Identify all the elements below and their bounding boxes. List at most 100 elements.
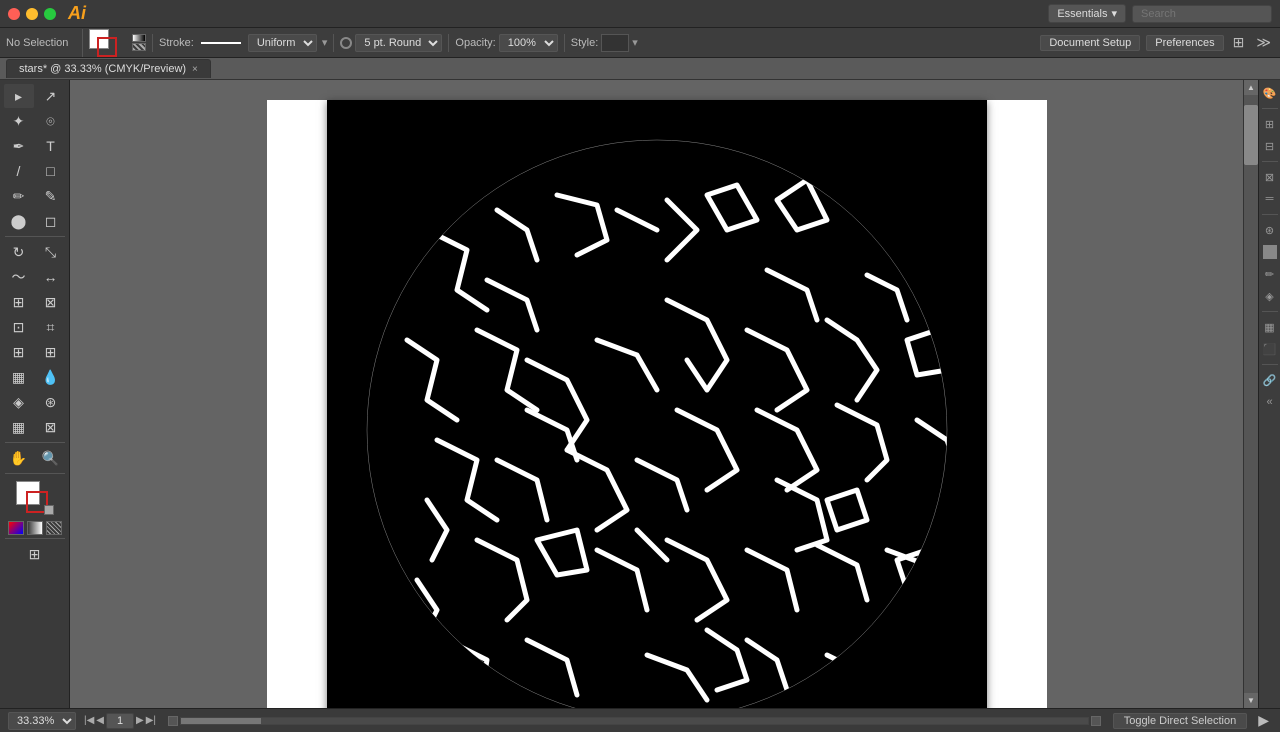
maximize-button[interactable] (44, 8, 56, 20)
blob-brush-tool[interactable]: ⬤ (4, 209, 34, 233)
rect-tool[interactable]: □ (36, 159, 66, 183)
page-input[interactable] (106, 713, 134, 729)
artwork-svg (327, 100, 987, 708)
color-panel-icon[interactable]: 🎨 (1261, 84, 1279, 102)
color-mode-buttons (8, 521, 62, 535)
scroll-down-arrow[interactable]: ▼ (1244, 693, 1258, 708)
pathfinder-icon[interactable]: ⊠ (1261, 168, 1279, 186)
tab-close-button[interactable]: × (192, 64, 198, 75)
magic-wand-tool[interactable]: ✦ (4, 109, 34, 133)
type-tool[interactable]: T (36, 134, 66, 158)
zoom-select[interactable]: 33.33% (8, 712, 76, 730)
selection-tool[interactable]: ▸ (4, 84, 34, 108)
workspace-selector[interactable]: Essentials ▾ (1048, 4, 1126, 23)
free-transform-tool[interactable]: ⊞ (4, 290, 34, 314)
scale-tool[interactable]: ⤡ (36, 240, 66, 264)
first-page-button[interactable]: |◀ (84, 715, 94, 726)
h-scroll-thumb[interactable] (181, 718, 261, 724)
none-indicator (132, 43, 146, 51)
preferences-button[interactable]: Preferences (1146, 35, 1223, 51)
far-right-separator-4 (1262, 311, 1278, 312)
warp-tool[interactable]: 〜 (4, 265, 34, 289)
zoom-tool[interactable]: 🔍 (36, 446, 66, 470)
document-setup-button[interactable]: Document Setup (1040, 35, 1140, 51)
scroll-track[interactable] (1244, 95, 1258, 693)
options-bar: No Selection Stroke: Uniform ▾ 5 pt. Rou… (0, 28, 1280, 58)
document-tab[interactable]: stars* @ 33.33% (CMYK/Preview) × (6, 59, 211, 78)
stroke-cap-select[interactable]: 5 pt. Round (355, 34, 442, 52)
h-scroll-right[interactable] (1091, 716, 1101, 726)
reset-colors[interactable] (44, 505, 54, 515)
arrange-icon[interactable]: ⊞ (1230, 33, 1248, 52)
toggle-expand-button[interactable]: ▶ (1255, 711, 1272, 730)
last-page-button[interactable]: ▶| (146, 715, 156, 726)
titlebar: Ai Essentials ▾ (0, 0, 1280, 28)
scroll-up-arrow[interactable]: ▲ (1244, 80, 1258, 95)
stroke-profile-select[interactable]: Uniform (248, 34, 317, 52)
opacity-select[interactable]: 100% (499, 34, 558, 52)
style-box[interactable] (601, 34, 629, 52)
lasso-tool[interactable]: ⌾ (36, 109, 66, 133)
close-button[interactable] (8, 8, 20, 20)
canvas-area[interactable] (70, 80, 1243, 708)
graph-chart-tools: ▦ ⊠ (4, 415, 66, 439)
separator-1 (5, 236, 65, 237)
artboard-canvas (327, 100, 987, 708)
live-paint-select[interactable]: ⌗ (36, 315, 66, 339)
screen-mode-button[interactable]: ⊞ (20, 542, 50, 566)
column-graph-tool[interactable]: ▦ (4, 415, 34, 439)
symbol-tool[interactable]: ⊛ (36, 390, 66, 414)
stroke-indicator[interactable] (97, 37, 117, 57)
gradient-tools: ▦ 💧 (4, 365, 66, 389)
direct-selection-tool[interactable]: ↗ (36, 84, 66, 108)
scroll-thumb[interactable] (1244, 105, 1258, 165)
hand-tool[interactable]: ✋ (4, 446, 34, 470)
color-stack (89, 29, 125, 57)
pen-tools: ✒ T (4, 134, 66, 158)
blend-tool[interactable]: ◈ (4, 390, 34, 414)
live-paint-tool[interactable]: ⊡ (4, 315, 34, 339)
mesh-tool[interactable]: ⊞ (36, 340, 66, 364)
h-scroll-left[interactable] (168, 716, 178, 726)
pencil-tool[interactable]: ✎ (36, 184, 66, 208)
gradient-tool[interactable]: ▦ (4, 365, 34, 389)
eraser-tool[interactable]: ◻ (36, 209, 66, 233)
graphic-styles-icon[interactable]: ◈ (1261, 287, 1279, 305)
gradient-mode-button[interactable] (27, 521, 43, 535)
search-input[interactable] (1132, 5, 1272, 23)
prev-page-button[interactable]: ◀ (96, 715, 104, 726)
none-mode-button[interactable] (46, 521, 62, 535)
stroke-panel-icon[interactable]: ═ (1261, 190, 1279, 208)
minimize-button[interactable] (26, 8, 38, 20)
expand-icon[interactable]: « (1261, 393, 1279, 411)
paintbrush-tool[interactable]: ✏ (4, 184, 34, 208)
pen-tool[interactable]: ✒ (4, 134, 34, 158)
style-dropdown-arrow: ▾ (632, 36, 638, 49)
color-guide-icon[interactable]: ▦ (1261, 318, 1279, 336)
align-panel-icon[interactable]: ⊟ (1261, 137, 1279, 155)
transform-panel-icon[interactable]: ⊞ (1261, 115, 1279, 133)
toggle-direct-selection-button[interactable]: Toggle Direct Selection (1113, 713, 1248, 729)
slice-tool[interactable]: ⊠ (36, 415, 66, 439)
symbols-panel-icon[interactable]: ⊛ (1261, 221, 1279, 239)
perspective-grid[interactable]: ⊞ (4, 340, 34, 364)
eyedropper-tool[interactable]: 💧 (36, 365, 66, 389)
panel-toggle[interactable] (1263, 245, 1277, 259)
color-mode-icons (132, 34, 146, 51)
h-scroll-track[interactable] (180, 717, 1089, 725)
links-icon[interactable]: 🔗 (1261, 371, 1279, 389)
swatches-icon[interactable]: ⬛ (1261, 340, 1279, 358)
brush-panel-icon[interactable]: ✏ (1261, 265, 1279, 283)
far-right-separator-3 (1262, 214, 1278, 215)
rotate-tool[interactable]: ↻ (4, 240, 34, 264)
options-expand-icon[interactable]: ≫ (1253, 33, 1274, 52)
width-tool[interactable]: ↔ (36, 265, 66, 289)
next-page-button[interactable]: ▶ (136, 715, 144, 726)
color-mode-button[interactable] (8, 521, 24, 535)
left-toolbar: ▸ ↗ ✦ ⌾ ✒ T / □ ✏ ✎ ⬤ ◻ ↻ ⤡ 〜 ↔ (0, 80, 70, 708)
line-tool[interactable]: / (4, 159, 34, 183)
separator-3 (5, 473, 65, 474)
vertical-scrollbar[interactable]: ▲ ▼ (1243, 80, 1258, 708)
shape-builder-tool[interactable]: ⊠ (36, 290, 66, 314)
far-right-panel: 🎨 ⊞ ⊟ ⊠ ═ ⊛ ✏ ◈ ▦ ⬛ 🔗 « (1258, 80, 1280, 708)
